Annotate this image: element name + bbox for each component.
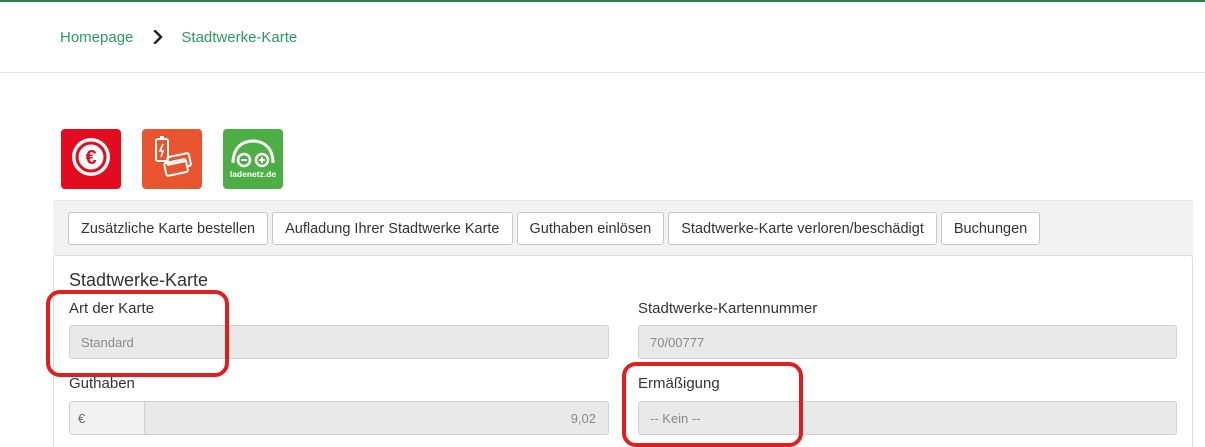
top-up-card-button[interactable]: Aufladung Ihrer Stadtwerke Karte — [272, 212, 513, 245]
balance-field[interactable]: 9,02 — [144, 401, 609, 435]
highlight-box-card-type — [46, 290, 229, 377]
balance-label: Guthaben — [69, 375, 135, 392]
bookings-button[interactable]: Buchungen — [940, 212, 1041, 245]
top-accent-line — [0, 0, 1205, 2]
card-number-label: Stadtwerke-Kartennummer — [638, 300, 818, 317]
ladenetz-car-icon: ladenetz.de — [225, 129, 281, 190]
card-number-field[interactable]: 70/00777 — [638, 325, 1177, 359]
euro-tile[interactable]: € — [61, 129, 121, 189]
chevron-right-icon — [153, 30, 163, 44]
breadcrumb: Homepage Stadtwerke-Karte — [60, 26, 297, 48]
breadcrumb-current-link[interactable]: Stadtwerke-Karte — [181, 29, 297, 46]
svg-text:ladenetz.de: ladenetz.de — [230, 169, 277, 179]
card-lost-damaged-button[interactable]: Stadtwerke-Karte verloren/beschädigt — [668, 212, 937, 245]
header-divider — [0, 72, 1205, 73]
currency-addon: € — [69, 401, 145, 435]
redeem-credit-button[interactable]: Guthaben einlösen — [516, 212, 665, 245]
highlight-box-discount — [622, 362, 803, 447]
svg-text:€: € — [85, 147, 96, 169]
order-additional-card-button[interactable]: Zusätzliche Karte bestellen — [68, 212, 269, 245]
panel-title: Stadtwerke-Karte — [69, 270, 209, 290]
charging-card-tile[interactable] — [142, 129, 202, 189]
action-toolbar: Zusätzliche Karte bestellen Aufladung Ih… — [53, 200, 1193, 256]
charging-card-icon — [148, 133, 196, 186]
euro-icon: € — [69, 135, 113, 184]
service-tiles: € ladenetz.de — [61, 129, 283, 189]
ladenetz-tile[interactable]: ladenetz.de — [223, 129, 283, 189]
breadcrumb-home-link[interactable]: Homepage — [60, 29, 133, 46]
